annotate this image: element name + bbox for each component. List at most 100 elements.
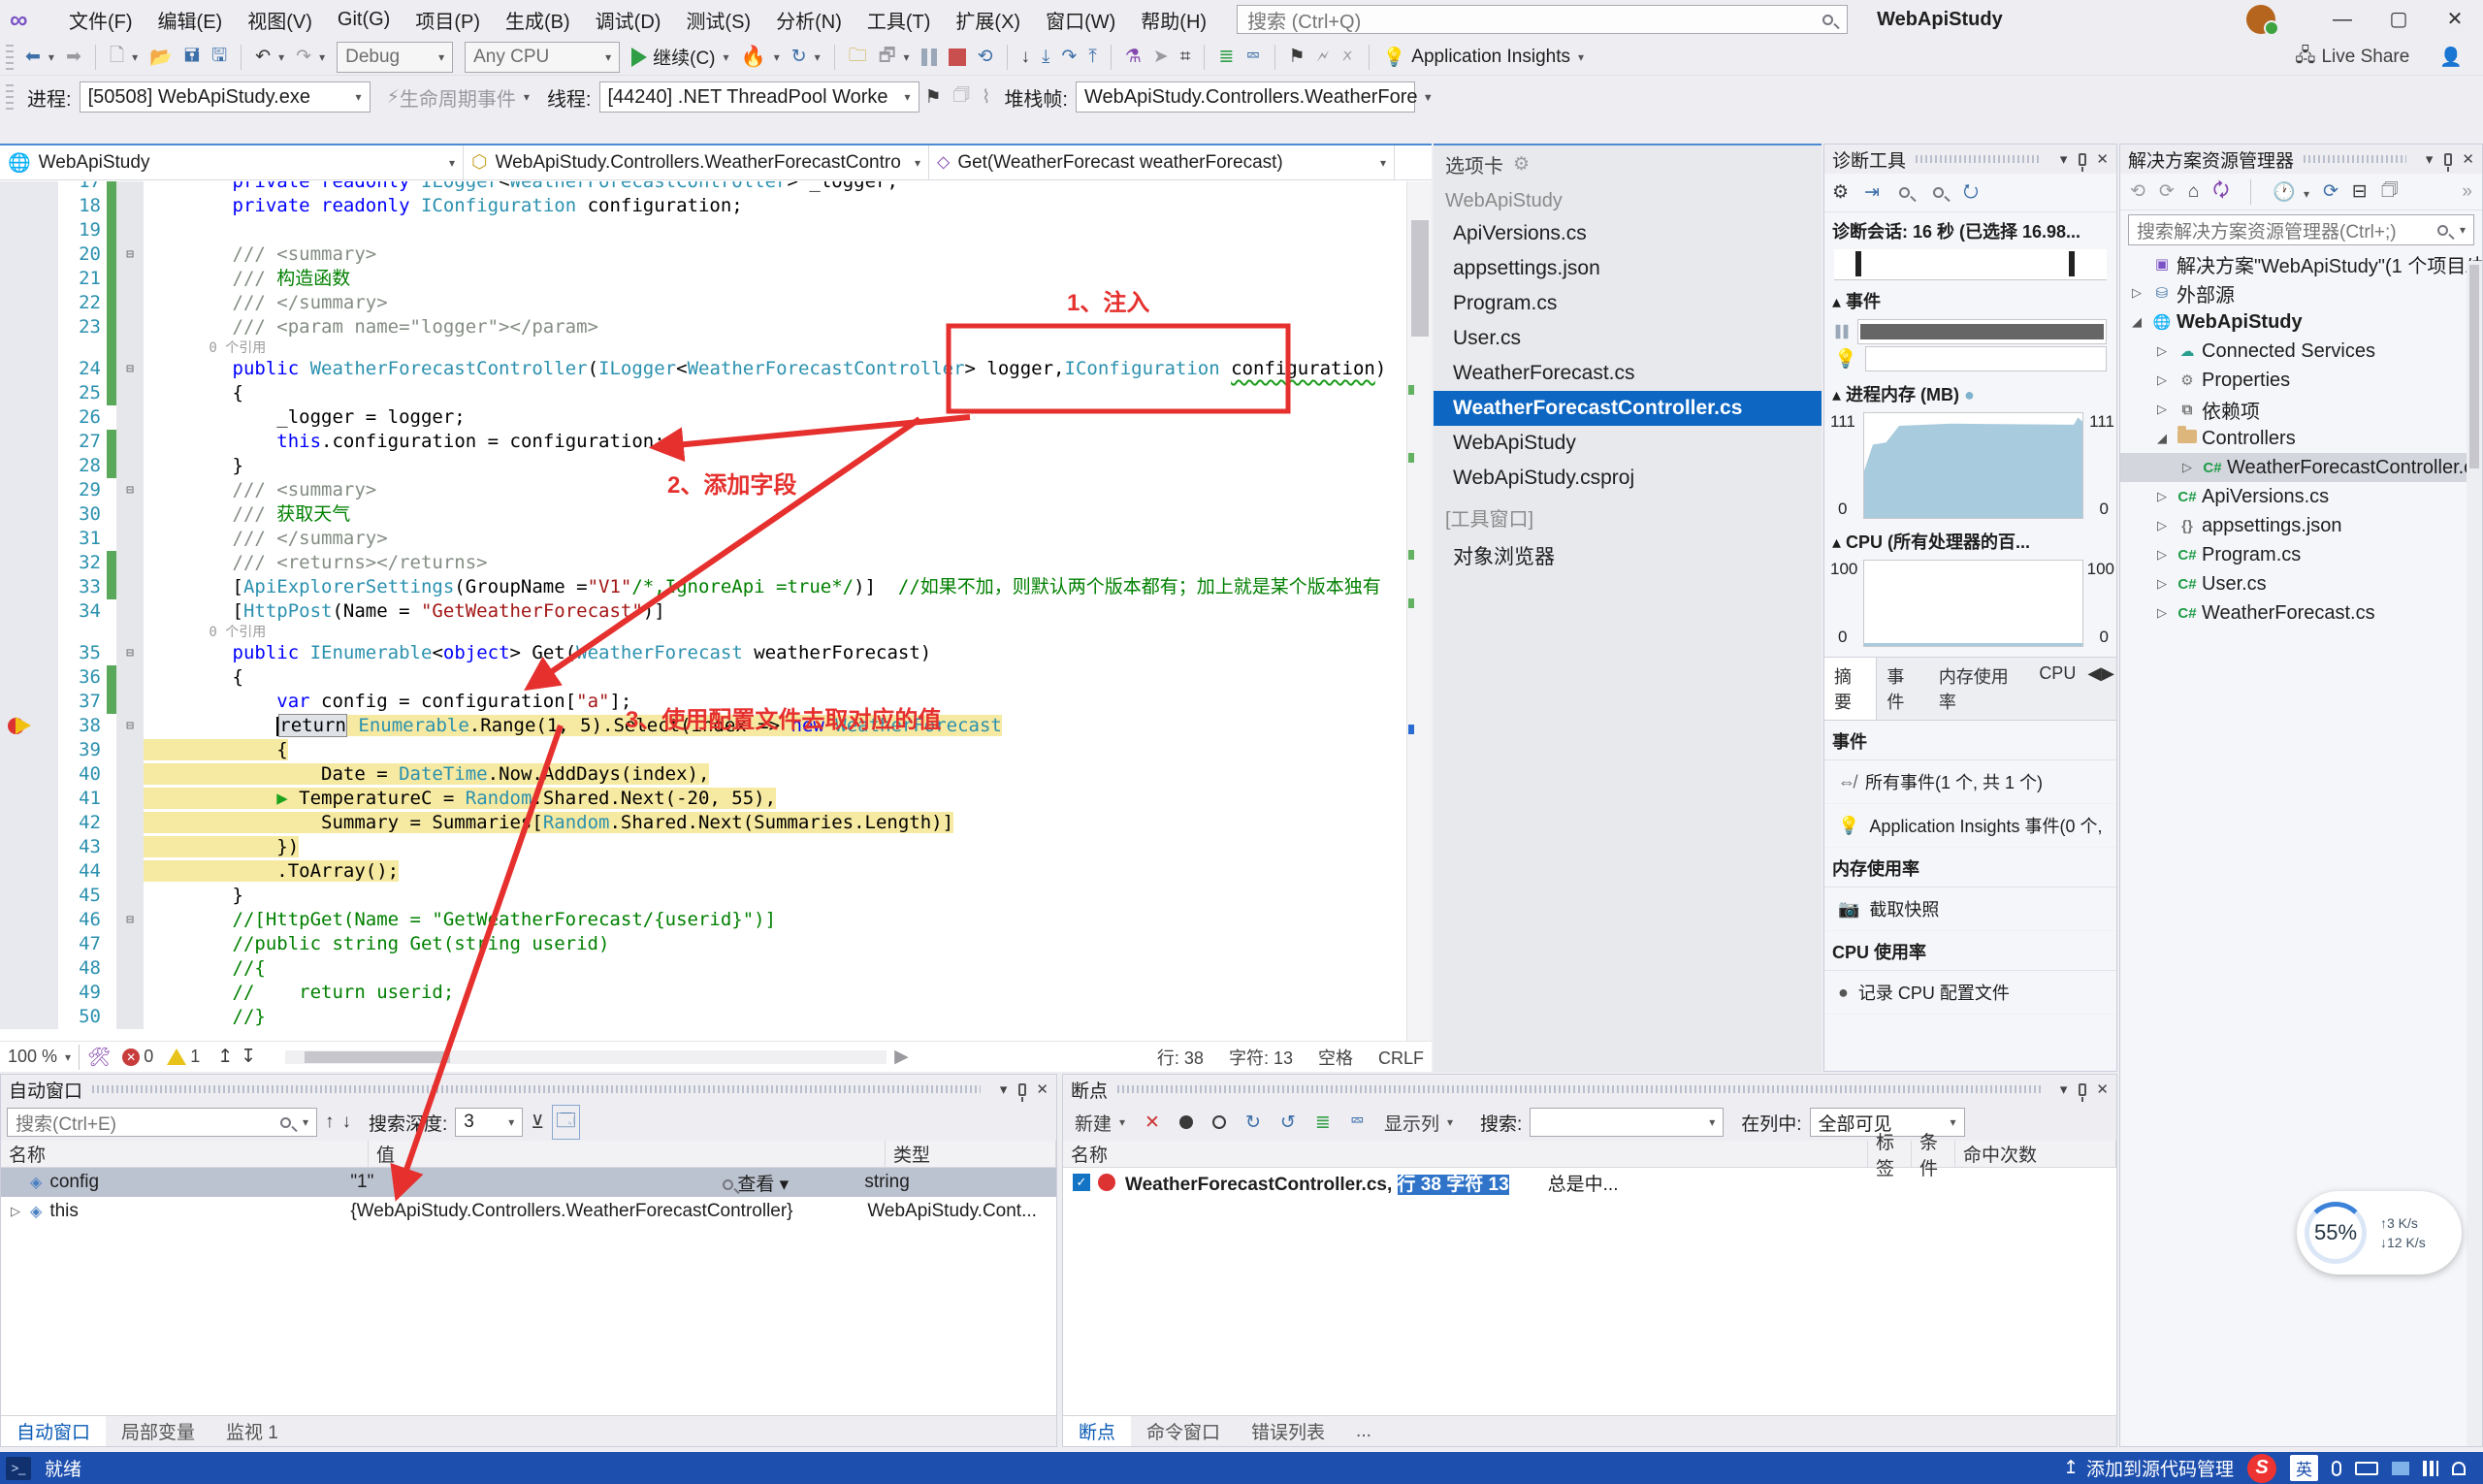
breakpoint-margin[interactable] — [0, 430, 58, 454]
breakpoint-margin[interactable] — [0, 981, 58, 1005]
toolbox-icon[interactable] — [2392, 1461, 2409, 1475]
undo-button[interactable]: ↶ ▾ — [250, 43, 289, 72]
net-speed-widget[interactable]: 55% ↑3 K/s ↓12 K/s — [2297, 1191, 2462, 1274]
breakpoint-margin[interactable] — [0, 811, 58, 835]
solution-search-box[interactable]: 搜索解决方案资源管理器(Ctrl+;) ▾ — [2128, 214, 2474, 245]
fold-margin[interactable] — [116, 787, 144, 811]
code-line[interactable]: 26 _logger = logger; — [0, 405, 1406, 430]
breakpoint-margin[interactable] — [0, 714, 58, 738]
new-breakpoint-button[interactable]: 新建 ▾ — [1070, 1108, 1130, 1137]
toggle-all-button[interactable] — [1208, 1108, 1231, 1137]
prev-bookmark-button[interactable]: 🗲 — [1312, 43, 1335, 72]
pin-icon[interactable] — [1018, 1082, 1027, 1102]
code-line[interactable]: 39 { — [0, 738, 1406, 762]
document-tab-WebApiStudy.csproj[interactable]: WebApiStudy.csproj — [1434, 461, 1822, 496]
window-position-icon[interactable]: ▾ — [2426, 150, 2434, 168]
code-line[interactable]: 18 private readonly IConfiguration confi… — [0, 194, 1406, 218]
diag-settings-button[interactable]: ⚙ — [1832, 181, 1849, 204]
bottom-tab-...[interactable]: ... — [1340, 1416, 1387, 1446]
fold-margin[interactable] — [116, 527, 144, 551]
back-button[interactable]: ⟲ — [2130, 180, 2145, 203]
tree-item-WeatherForecastController.cs[interactable]: ▷ C# WeatherForecastController.cs — [2120, 453, 2482, 482]
fold-margin[interactable]: ⊟ — [116, 357, 144, 381]
fold-margin[interactable]: ⊟ — [116, 641, 144, 665]
code-line[interactable]: 27 this.configuration = configuration; — [0, 430, 1406, 454]
zoom-in-icon[interactable] — [1898, 187, 1910, 198]
show-columns-button[interactable]: 显示列 ▾ — [1379, 1108, 1458, 1137]
export-button[interactable]: ↻ — [1241, 1108, 1266, 1137]
close-icon[interactable]: ✕ — [1036, 1081, 1048, 1098]
fold-margin[interactable] — [116, 932, 144, 956]
step-out-button[interactable]: ⤒ — [1083, 43, 1101, 72]
code-line[interactable]: 32 /// <returns></returns> — [0, 551, 1406, 575]
add-to-source-control[interactable]: 添加到源代码管理 — [2086, 1455, 2234, 1481]
tree-item-Connected Services[interactable]: ▷ ☁ Connected Services — [2120, 337, 2482, 366]
fold-margin[interactable] — [116, 884, 144, 908]
solution-platform-dropdown[interactable]: Any CPU ▾ — [465, 41, 621, 73]
expander-icon[interactable]: ▷ — [2151, 489, 2173, 504]
menu-item-文件(F)[interactable]: 文件(F) — [56, 2, 145, 38]
search-depth-dropdown[interactable]: 3 ▾ — [455, 1108, 524, 1137]
find-in-files-button[interactable]: 🗀 — [844, 43, 872, 72]
bottom-tab-错误列表[interactable]: 错误列表 — [1236, 1416, 1340, 1446]
breakpoint-margin[interactable] — [0, 478, 58, 502]
breakpoint-margin[interactable] — [0, 599, 58, 624]
expander-icon[interactable]: ◢ — [2126, 314, 2147, 330]
collapse-all-button[interactable]: ⊟ — [2352, 180, 2368, 203]
breakpoint-margin[interactable] — [0, 502, 58, 527]
code-line[interactable]: 40 Date = DateTime.Now.AddDays(index), — [0, 762, 1406, 787]
stop-debugging-button[interactable] — [944, 43, 971, 72]
code-line[interactable]: 22 /// </summary> — [0, 291, 1406, 315]
code-line[interactable]: 21 /// 构造函数 — [0, 267, 1406, 291]
breakpoint-margin[interactable] — [0, 665, 58, 690]
tree-item-Properties[interactable]: ▷ ⚙ Properties — [2120, 366, 2482, 395]
expander-icon[interactable]: ▷ — [2177, 460, 2198, 475]
bottom-tab-局部变量[interactable]: 局部变量 — [106, 1416, 210, 1446]
breakpoint-margin[interactable] — [0, 381, 58, 405]
restart-app-button[interactable]: ↻ ▾ — [787, 43, 825, 72]
fold-margin[interactable] — [116, 665, 144, 690]
code-line[interactable]: 41 ▶ TemperatureC = Random.Shared.Next(-… — [0, 787, 1406, 811]
code-line[interactable]: 35 ⊟ public IEnumerable<object> Get(Weath… — [0, 641, 1406, 665]
code-line[interactable]: 46 ⊟ //[HttpGet(Name = "GetWeatherForecas… — [0, 908, 1406, 932]
diag-export-button[interactable]: ⇥ — [1864, 181, 1880, 204]
bottom-tab-自动窗口[interactable]: 自动窗口 — [1, 1416, 107, 1446]
breakpoint-margin[interactable] — [0, 194, 58, 218]
fold-margin[interactable] — [116, 762, 144, 787]
expander-icon[interactable]: ◢ — [2151, 431, 2173, 446]
codelens-row[interactable]: 0 0 个引用 — [0, 339, 1406, 357]
break-all-window-button[interactable]: 🗗 ▾ — [874, 43, 915, 72]
home-button[interactable]: ⌂ — [2188, 181, 2199, 203]
breakpoint-margin[interactable] — [0, 405, 58, 430]
code-area[interactable]: 17 private readonly ILogger<WeatherForec… — [0, 181, 1406, 1041]
maximize-button[interactable]: ▢ — [2370, 0, 2427, 39]
document-tab-WebApiStudy[interactable]: WebApiStudy — [1434, 426, 1822, 461]
project-dropdown[interactable]: 🌐 WebApiStudy ▾ — [0, 145, 464, 179]
breakpoint-margin[interactable] — [0, 641, 58, 665]
menu-item-帮助(H)[interactable]: 帮助(H) — [1128, 2, 1219, 38]
solution-configuration-dropdown[interactable]: Debug ▾ — [337, 41, 454, 73]
code-line[interactable]: 34 [HttpPost(Name = "GetWeatherForecast"… — [0, 599, 1406, 624]
close-icon[interactable]: ✕ — [2462, 150, 2474, 168]
expander-icon[interactable]: ▷ — [2126, 285, 2147, 301]
events-section-header[interactable]: ▴ 事件 — [1824, 280, 2116, 317]
variable-row-this[interactable]: ▷ ◈ this {WebApiStudy.Controllers.WeatherFo… — [1, 1197, 1056, 1226]
menu-item-分析(N)[interactable]: 分析(N) — [763, 2, 855, 38]
magnifier-view-button[interactable]: 查看 ▾ — [719, 1170, 864, 1196]
expander-icon[interactable]: ▷ — [2151, 605, 2173, 621]
code-line[interactable]: 20 ⊟ /// <summary> — [0, 242, 1406, 267]
code-line[interactable]: 33 [ApiExplorerSettings(GroupName ="V1"/… — [0, 575, 1406, 599]
expander-icon[interactable]: ▷ — [2151, 576, 2173, 592]
diag-tab-CPU[interactable]: CPU — [2029, 658, 2085, 720]
sogou-ime-icon[interactable]: S — [2247, 1453, 2276, 1483]
document-tab-User.cs[interactable]: User.cs — [1434, 321, 1822, 356]
reset-view-button[interactable]: ⭮ — [1963, 177, 1979, 209]
memory-section-header[interactable]: ▴ 进程内存 (MB) ● — [1824, 373, 2116, 410]
bottom-tab-断点[interactable]: 断点 — [1063, 1416, 1132, 1446]
gear-icon[interactable]: ⚙ — [1513, 153, 1530, 176]
menu-item-扩展(X)[interactable]: 扩展(X) — [943, 2, 1033, 38]
fold-margin[interactable] — [116, 981, 144, 1005]
expander-icon[interactable]: ▷ — [2151, 402, 2173, 417]
window-position-icon[interactable]: ▾ — [2060, 150, 2068, 168]
fold-margin[interactable] — [116, 267, 144, 291]
